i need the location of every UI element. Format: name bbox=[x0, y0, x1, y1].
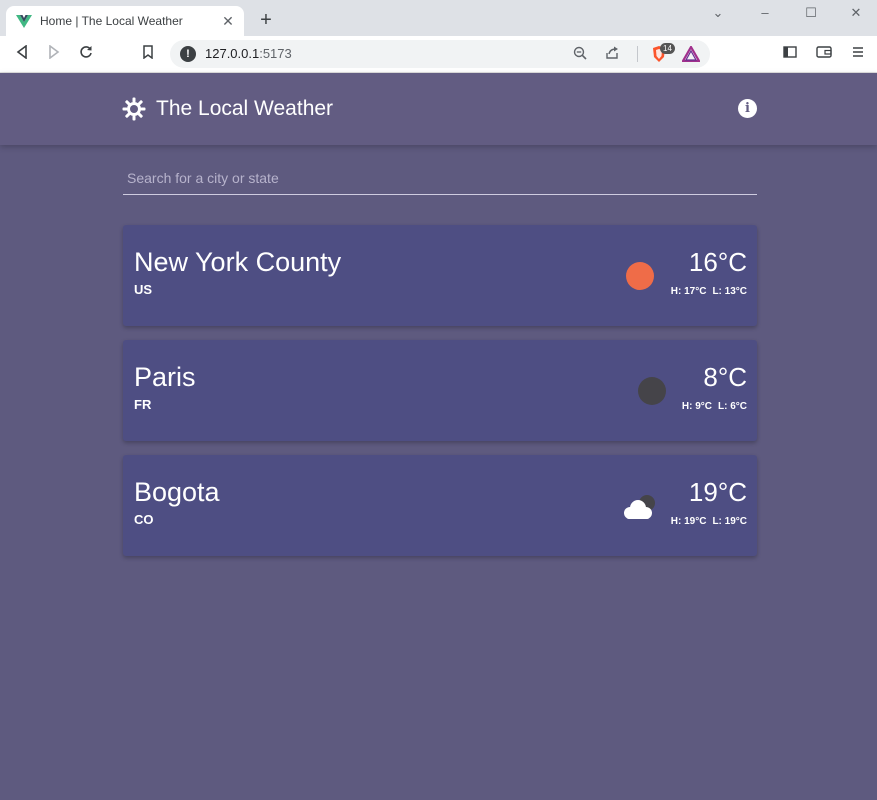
minimize-icon[interactable]: – bbox=[755, 4, 775, 22]
high-temperature: H: 9°C bbox=[681, 401, 712, 412]
moon-icon bbox=[638, 377, 666, 405]
url-text[interactable]: 127.0.0.1:5173 bbox=[205, 46, 292, 61]
country-code: FR bbox=[134, 397, 152, 412]
high-low-temperature: H: 9°C L: 6°C bbox=[682, 401, 747, 412]
app-header: The Local Weather i bbox=[0, 73, 877, 145]
city-card[interactable]: Paris FR 8°C H: 9°C L: 6°C bbox=[123, 340, 757, 441]
site-info-icon[interactable]: ! bbox=[180, 46, 196, 62]
country-code: CO bbox=[134, 512, 154, 527]
url-divider bbox=[637, 46, 638, 62]
current-temperature: 16°C bbox=[688, 247, 747, 277]
wallet-icon[interactable] bbox=[814, 44, 834, 64]
forward-icon[interactable] bbox=[44, 44, 64, 64]
high-temperature: H: 17°C bbox=[670, 286, 707, 297]
menu-icon[interactable] bbox=[848, 44, 868, 64]
zoom-out-icon[interactable] bbox=[572, 46, 588, 62]
sun-icon bbox=[626, 262, 654, 290]
low-temperature: L: 19°C bbox=[712, 516, 747, 527]
low-temperature: L: 13°C bbox=[712, 286, 747, 297]
maximize-icon[interactable]: ☐ bbox=[801, 4, 821, 22]
share-icon[interactable] bbox=[604, 46, 620, 62]
city-name: New York County bbox=[134, 247, 342, 277]
reload-icon[interactable] bbox=[76, 44, 96, 64]
browser-toolbar: ! 127.0.0.1:5173 14 bbox=[0, 36, 877, 73]
high-low-temperature: H: 19°C L: 19°C bbox=[671, 516, 747, 527]
high-temperature: H: 19°C bbox=[670, 516, 707, 527]
browser-tab[interactable]: Home | The Local Weather ✕ bbox=[6, 6, 244, 36]
cloud-night-icon bbox=[624, 495, 655, 519]
city-card[interactable]: Bogota CO 19°C H: 19°C L: 19°C bbox=[123, 455, 757, 556]
vue-logo-icon bbox=[16, 15, 32, 28]
close-window-icon[interactable]: ✕ bbox=[846, 4, 866, 22]
back-icon[interactable] bbox=[12, 44, 32, 64]
current-temperature: 8°C bbox=[703, 362, 747, 392]
brave-rewards-icon[interactable] bbox=[682, 46, 700, 62]
tab-title: Home | The Local Weather bbox=[40, 14, 183, 28]
shield-count-badge: 14 bbox=[660, 43, 675, 54]
low-temperature: L: 6°C bbox=[718, 401, 747, 412]
new-tab-button[interactable]: + bbox=[256, 10, 276, 30]
city-card[interactable]: New York County US 16°C H: 17°C L: 13°C bbox=[123, 225, 757, 326]
tab-search-icon[interactable]: ⌄ bbox=[708, 4, 728, 22]
current-temperature: 19°C bbox=[688, 477, 747, 507]
info-icon[interactable]: i bbox=[738, 99, 757, 118]
browser-tab-bar: Home | The Local Weather ✕ + ⌄ – ☐ ✕ bbox=[0, 0, 877, 36]
tab-close-icon[interactable]: ✕ bbox=[220, 13, 236, 29]
bookmark-icon[interactable] bbox=[138, 44, 158, 64]
sidebar-icon[interactable] bbox=[780, 44, 800, 64]
city-name: Paris bbox=[134, 362, 196, 392]
city-name: Bogota bbox=[134, 477, 220, 507]
app-title[interactable]: The Local Weather bbox=[156, 97, 333, 121]
address-bar[interactable]: ! 127.0.0.1:5173 14 bbox=[170, 40, 710, 68]
country-code: US bbox=[134, 282, 153, 297]
search-input[interactable] bbox=[123, 163, 757, 193]
search-field-wrapper bbox=[123, 163, 757, 195]
high-low-temperature: H: 17°C L: 13°C bbox=[671, 286, 747, 297]
sun-logo-icon[interactable] bbox=[122, 97, 146, 121]
